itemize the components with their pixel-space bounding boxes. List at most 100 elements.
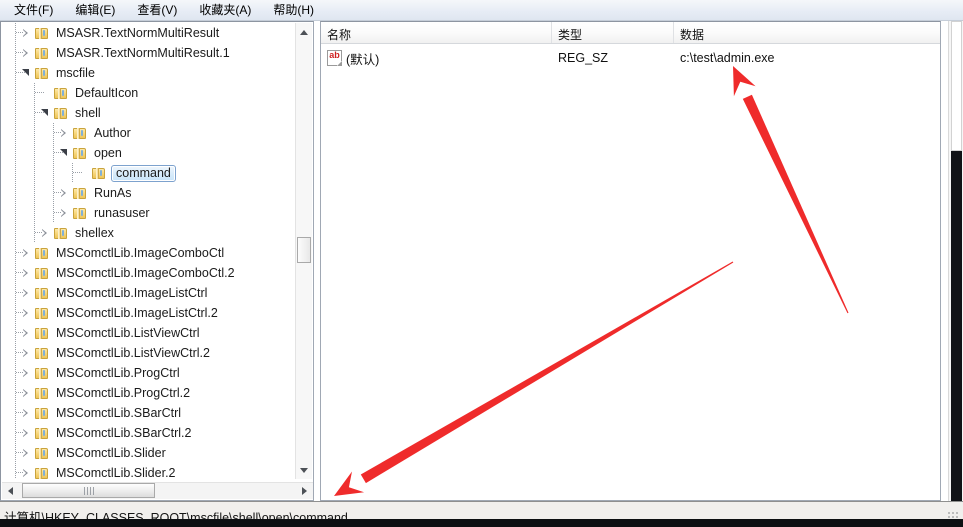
registry-values-pane[interactable]: 名称 类型 数据 ab (默认) REG_SZ c:\test\admin.exe: [320, 21, 941, 501]
tree-node[interactable]: MSComctlLib.SBarCtrl: [2, 403, 296, 423]
tree-vscroll-thumb[interactable]: [297, 237, 311, 263]
registry-editor-window: 文件(F) 编辑(E) 查看(V) 收藏夹(A) 帮助(H) MSASR.TextNor…: [0, 0, 963, 527]
expand-chevron-icon[interactable]: [57, 123, 72, 143]
page-vertical-scrollbar[interactable]: [948, 21, 963, 522]
tree-node[interactable]: MSComctlLib.Slider: [2, 443, 296, 463]
expand-chevron-icon[interactable]: [57, 203, 72, 223]
expand-chevron-icon[interactable]: [19, 363, 34, 383]
tree-node[interactable]: runasuser: [2, 203, 296, 223]
tree-node[interactable]: mscfile: [2, 63, 296, 83]
tree-node-label: DefaultIcon: [75, 85, 139, 100]
menu-edit[interactable]: 编辑(E): [65, 0, 125, 21]
collapse-chevron-icon[interactable]: [19, 63, 34, 83]
tree-hscroll-thumb[interactable]: [22, 483, 155, 498]
expand-chevron-icon[interactable]: [19, 283, 34, 303]
tree-viewport: MSASR.TextNormMultiResult MSASR.TextNormM…: [2, 23, 296, 479]
collapse-chevron-icon[interactable]: [57, 143, 72, 163]
scroll-up-icon[interactable]: [296, 23, 312, 40]
tree-node[interactable]: MSComctlLib.ImageComboCtl: [2, 243, 296, 263]
tree-vertical-scrollbar[interactable]: [295, 23, 312, 479]
tree-node[interactable]: RunAs: [2, 183, 296, 203]
tree-node-label: MSASR.TextNormMultiResult: [56, 25, 220, 40]
tree-node[interactable]: MSComctlLib.ImageListCtrl: [2, 283, 296, 303]
expand-chevron-icon[interactable]: [19, 343, 34, 363]
menu-file[interactable]: 文件(F): [4, 0, 63, 21]
expand-chevron-icon[interactable]: [19, 463, 34, 479]
column-data[interactable]: 数据: [674, 22, 940, 43]
expand-chevron-icon[interactable]: [19, 43, 34, 63]
column-name[interactable]: 名称: [321, 22, 552, 43]
tree-node[interactable]: MSComctlLib.ListViewCtrl.2: [2, 343, 296, 363]
page-scroll-track[interactable]: [951, 151, 962, 522]
tree-node[interactable]: MSComctlLib.ImageListCtrl.2: [2, 303, 296, 323]
collapse-chevron-icon[interactable]: [38, 103, 53, 123]
scroll-left-icon[interactable]: [2, 483, 19, 499]
tree-guide-line: [34, 223, 35, 243]
menu-favorites[interactable]: 收藏夹(A): [189, 0, 261, 21]
expand-chevron-icon[interactable]: [19, 443, 34, 463]
page-scroll-thumb[interactable]: [951, 21, 962, 151]
tree-node-label: MSComctlLib.ImageListCtrl.2: [56, 305, 218, 320]
values-column-header[interactable]: 名称 类型 数据: [321, 22, 940, 44]
string-value-icon-label: ab: [329, 50, 340, 60]
tree-guide-line: [34, 143, 35, 163]
tree-node[interactable]: shellex: [2, 223, 296, 243]
tree-node[interactable]: shell: [2, 103, 296, 123]
tree-node[interactable]: MSASR.TextNormMultiResult: [2, 23, 296, 43]
expand-chevron-icon[interactable]: [19, 383, 34, 403]
tree-node[interactable]: MSComctlLib.SBarCtrl.2: [2, 423, 296, 443]
tree-node[interactable]: MSComctlLib.Slider.2: [2, 463, 296, 479]
value-data-cell: c:\test\admin.exe: [680, 51, 775, 65]
tree-node-label: command: [111, 164, 176, 182]
expand-chevron-icon[interactable]: [19, 23, 34, 43]
tree-guide-line: [15, 403, 16, 423]
tree-guide-line: [53, 183, 54, 203]
tree-guide-line: [72, 163, 73, 183]
registry-key-tree-pane[interactable]: MSASR.TextNormMultiResult MSASR.TextNormM…: [0, 21, 314, 501]
tree-node[interactable]: DefaultIcon: [2, 83, 296, 103]
tree-node[interactable]: MSComctlLib.ProgCtrl: [2, 363, 296, 383]
tree-horizontal-scrollbar[interactable]: [2, 482, 313, 499]
expand-chevron-icon[interactable]: [57, 183, 72, 203]
scroll-right-icon[interactable]: [296, 483, 313, 499]
scroll-down-icon[interactable]: [296, 462, 312, 479]
registry-key-folder-icon: [34, 407, 50, 420]
expand-chevron-icon[interactable]: [19, 263, 34, 283]
tree-node-label: shellex: [75, 225, 114, 240]
expand-chevron-icon[interactable]: [19, 323, 34, 343]
column-type[interactable]: 类型: [552, 22, 674, 43]
tree-guide-line: [15, 343, 16, 363]
tree-guide-line: [15, 443, 16, 463]
tree-node[interactable]: MSASR.TextNormMultiResult.1: [2, 43, 296, 63]
tree-node[interactable]: Author: [2, 123, 296, 143]
value-name-text: (默认): [346, 52, 380, 67]
tree-node[interactable]: MSComctlLib.ImageComboCtl.2: [2, 263, 296, 283]
table-row[interactable]: ab (默认) REG_SZ c:\test\admin.exe: [321, 48, 940, 68]
expand-chevron-icon[interactable]: [19, 243, 34, 263]
tree-guide-line: [15, 383, 16, 403]
tree-guide-line: [34, 83, 35, 103]
tree-node[interactable]: MSComctlLib.ProgCtrl.2: [2, 383, 296, 403]
expand-chevron-icon[interactable]: [19, 403, 34, 423]
tree-guide-line: [15, 103, 16, 123]
tree-node[interactable]: MSComctlLib.ListViewCtrl: [2, 323, 296, 343]
expand-chevron-icon[interactable]: [38, 223, 53, 243]
menu-help[interactable]: 帮助(H): [263, 0, 324, 21]
tree-node-label: MSComctlLib.ProgCtrl: [56, 365, 180, 380]
menu-view[interactable]: 查看(V): [127, 0, 187, 21]
tree-node[interactable]: command: [2, 163, 296, 183]
registry-key-folder-icon: [34, 327, 50, 340]
tree-guide-line: [15, 263, 16, 283]
tree-guide-line: [53, 143, 54, 163]
registry-key-folder-icon: [34, 247, 50, 260]
tree-node[interactable]: open: [2, 143, 296, 163]
expand-chevron-icon[interactable]: [19, 423, 34, 443]
expand-chevron-icon[interactable]: [19, 303, 34, 323]
